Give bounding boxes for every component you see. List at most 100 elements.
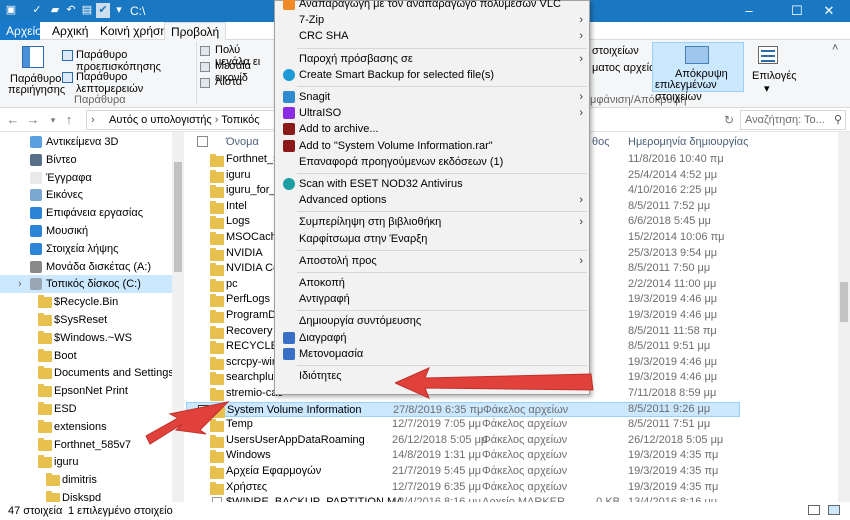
sidebar-item[interactable]: Μουσική xyxy=(0,222,172,240)
list-view-button[interactable]: Λίστα xyxy=(200,76,276,90)
menu-item[interactable]: CRC SHA › xyxy=(275,28,589,44)
checkbox-quick-icon[interactable]: ✔ xyxy=(96,3,110,18)
cell-created: 8/5/2011 9:26 μμ xyxy=(628,402,711,415)
column-header-created[interactable]: Ημερομηνία δημιουργίας xyxy=(628,132,748,152)
menu-item[interactable]: Διαγραφή xyxy=(275,330,589,346)
folder-icon xyxy=(210,294,224,308)
menu-item[interactable]: Advanced options › xyxy=(275,192,589,208)
close-button[interactable]: ✕ xyxy=(808,0,850,22)
menu-item[interactable]: Αντιγραφή xyxy=(275,291,589,307)
sidebar-item[interactable]: iguru xyxy=(0,453,172,471)
medium-icons-button[interactable]: Μεσαία εικονίδ xyxy=(200,60,276,84)
sidebar-item[interactable]: Βίντεο xyxy=(0,151,172,169)
back-arrow-icon[interactable]: ← xyxy=(4,111,22,129)
sidebar-item[interactable]: $Recycle.Bin xyxy=(0,293,172,311)
sidebar-item-label: ESD xyxy=(54,403,77,415)
sidebar-item-label: extensions xyxy=(54,420,107,433)
nav-scroll-thumb[interactable] xyxy=(174,162,182,272)
content-scrollbar[interactable] xyxy=(838,132,850,502)
menu-item[interactable]: Add to "System Volume Information.rar" xyxy=(275,138,589,154)
forward-arrow-icon[interactable]: → xyxy=(24,111,42,129)
cell-created: 8/5/2011 9:51 μμ xyxy=(628,340,711,353)
up-arrow-icon[interactable]: ↑ xyxy=(60,111,78,129)
search-input[interactable]: Αναζήτηση: Το... xyxy=(740,110,846,130)
refresh-icon[interactable]: ↻ xyxy=(720,111,738,129)
cell-type: Φάκελος αρχείων xyxy=(482,465,568,477)
new-folder-quick-icon[interactable]: ▰ xyxy=(48,3,62,18)
menu-item[interactable]: Αποστολή προς › xyxy=(275,253,589,269)
breadcrumb-this-pc[interactable]: Αυτός ο υπολογιστής xyxy=(109,114,212,126)
tab-share[interactable]: Κοινή χρήση xyxy=(94,22,173,40)
hide-selected-button[interactable]: Απόκρυψη επιλεγμένων στοιχείων xyxy=(652,42,744,103)
sidebar-item[interactable]: Επιφάνεια εργασίας xyxy=(0,204,172,222)
menu-item[interactable]: Δημιουργία συντόμευσης xyxy=(275,313,589,329)
details-pane-button[interactable]: Παράθυρο λεπτομερειών xyxy=(62,70,192,95)
folder-icon xyxy=(38,313,52,326)
sidebar-item[interactable]: EpsonNet Print xyxy=(0,382,172,400)
menu-item[interactable]: Snagit › xyxy=(275,89,589,105)
menu-item[interactable]: Συμπερίληψη στη βιβλιοθήκη › xyxy=(275,214,589,230)
sidebar-item[interactable]: dimitris xyxy=(0,471,172,489)
select-all-checkbox[interactable] xyxy=(197,136,208,147)
details-view-icon[interactable] xyxy=(808,505,820,515)
menu-separator xyxy=(297,211,587,213)
rename-quick-icon[interactable]: ▤ xyxy=(80,3,94,18)
preview-pane-button[interactable]: Παράθυρο προεπισκόπησης xyxy=(62,48,192,73)
sidebar-item[interactable]: $SysReset xyxy=(0,311,172,329)
address-bar[interactable]: › Αυτός ο υπολογιστής › Τοπικός δίσκος xyxy=(86,110,276,144)
menu-item[interactable]: 7-Zip › xyxy=(275,12,589,28)
tab-file[interactable]: Αρχείο xyxy=(0,22,42,40)
options-button[interactable]: Επιλογές ▾ xyxy=(752,44,797,95)
expand-chevron-icon[interactable]: › xyxy=(18,275,22,293)
sidebar-item-label: dimitris xyxy=(62,474,97,487)
cell-created: 19/3/2019 4:35 πμ xyxy=(628,465,719,477)
menu-item[interactable]: Scan with ESET NOD32 Antivirus xyxy=(275,176,589,192)
cell-name: UsersUserAppDataRoaming xyxy=(226,433,365,446)
cell-created: 7/11/2018 8:59 μμ xyxy=(628,387,717,399)
options-dropdown-icon: ▾ xyxy=(764,83,770,95)
ribbon-collapse-icon[interactable]: ˄ xyxy=(832,42,838,54)
undo-icon[interactable]: ↶ xyxy=(64,3,78,18)
properties-quick-icon[interactable]: ✓ xyxy=(30,3,44,18)
menu-item[interactable]: Παροχή πρόσβασης σε › xyxy=(275,51,589,67)
sidebar-item[interactable]: Στοιχεία λήψης xyxy=(0,240,172,258)
download-icon xyxy=(30,242,42,255)
cell-created: 8/5/2011 11:58 πμ xyxy=(628,324,717,337)
folder-icon xyxy=(38,455,52,469)
content-scroll-thumb[interactable] xyxy=(840,282,848,322)
menu-item[interactable]: Αποκοπή xyxy=(275,275,589,291)
menu-item[interactable]: Create Smart Backup for selected file(s) xyxy=(275,67,589,83)
folder-icon xyxy=(210,356,224,370)
column-header-date[interactable]: θος xyxy=(592,132,610,152)
tab-view[interactable]: Προβολή xyxy=(164,22,227,41)
menu-item[interactable]: Καρφίτσωμα στην Έναρξη xyxy=(275,231,589,247)
sidebar-item[interactable]: $Windows.~WS xyxy=(0,329,172,347)
minimize-button[interactable]: – xyxy=(728,0,770,22)
sidebar-item[interactable]: Αντικείμενα 3D xyxy=(0,133,172,151)
sidebar-item[interactable]: Έγγραφα xyxy=(0,169,172,187)
menu-item[interactable]: Add to archive... xyxy=(275,121,589,137)
medium-icons-icon xyxy=(200,62,210,72)
item-checkboxes-label[interactable]: στοιχείων xyxy=(592,45,639,57)
tab-home[interactable]: Αρχική xyxy=(46,22,94,40)
menu-item[interactable]: Αναπαραγωγή με τον αναπαραγωγό πολυμέσων… xyxy=(275,0,589,12)
extra-large-icons-button[interactable]: Πολύ μεγάλα ει xyxy=(200,44,276,68)
large-icons-view-icon[interactable] xyxy=(828,505,840,515)
winrar-icon xyxy=(283,123,295,136)
sidebar-item-label: Documents and Settings xyxy=(54,367,174,380)
search-icon: ⚲ xyxy=(834,114,843,126)
sidebar-item[interactable]: Documents and Settings xyxy=(0,364,174,382)
list-icon xyxy=(200,78,210,88)
folder-icon xyxy=(210,247,224,261)
sidebar-item[interactable]: Boot xyxy=(0,347,172,365)
folder-icon xyxy=(210,263,224,277)
menu-item[interactable]: Μετονομασία xyxy=(275,346,589,362)
column-header-name[interactable]: Όνομα xyxy=(226,132,259,152)
menu-item[interactable]: UltraISO › xyxy=(275,105,589,121)
navigation-pane-button[interactable]: Παράθυρο περιήγησης xyxy=(8,44,65,96)
sidebar-item[interactable]: Εικόνες xyxy=(0,186,172,204)
sidebar-item[interactable]: Τοπικός δίσκος (C:) › xyxy=(0,275,172,294)
menu-item[interactable]: Επαναφορά προηγούμενων εκδόσεων (1) xyxy=(275,154,589,170)
sidebar-item[interactable]: Μονάδα δισκέτας (A:) xyxy=(0,258,172,276)
quick-access-dropdown-icon[interactable]: ▾ xyxy=(112,3,126,18)
